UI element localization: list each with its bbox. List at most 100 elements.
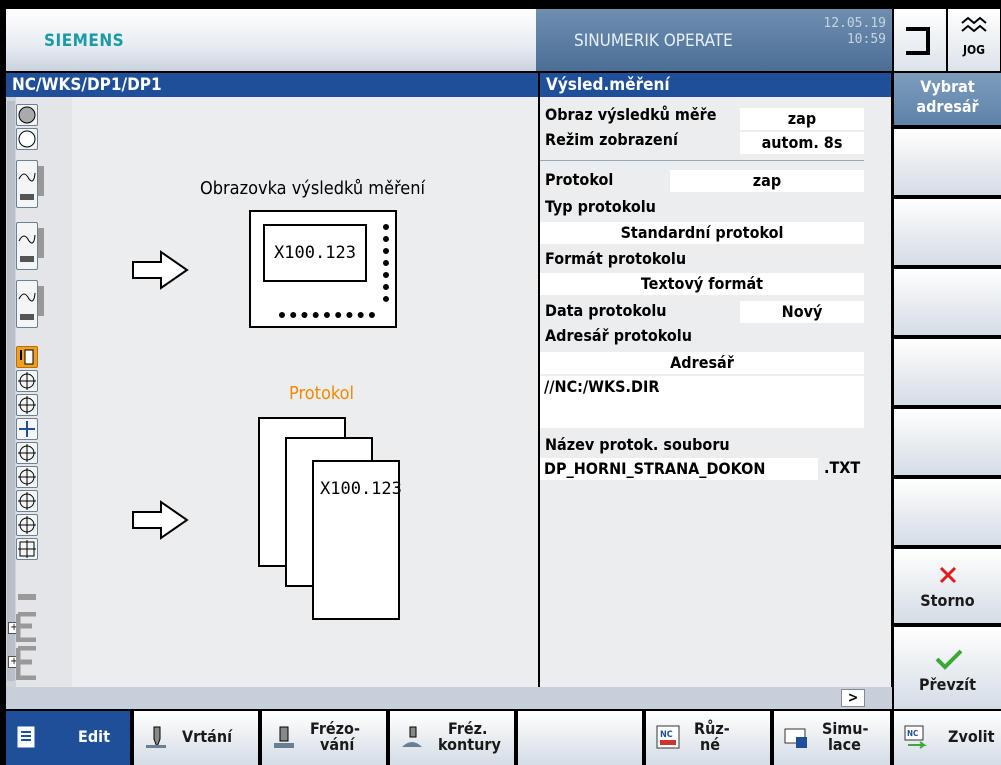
header-product-area: SINUMERIK OPERATE 12.05.19 10:59 [536,9,892,71]
display-mode-label: Režim zobrazení [545,130,678,149]
protocol-value: X100.123 [320,479,402,499]
misc-softkey[interactable]: NC Růz-né [646,711,770,765]
simulation-icon [784,728,807,748]
diagram-screen-title: Obrazovka výsledků měření [200,178,426,199]
comb-block-icon[interactable] [15,645,38,681]
edit-document-icon [17,726,35,748]
screen-value: X100.123 [263,224,367,282]
jog-label: JOG [962,43,986,57]
contour-icon[interactable] [16,222,38,270]
protocol-file-extension: .TXT [824,458,861,477]
measure-settings-icon[interactable] [16,346,38,368]
protocol-label: Protokol [545,170,614,189]
circle-icon[interactable] [16,128,38,150]
section-title: Výsled.měření [540,73,891,97]
nc-select-icon: NC [904,725,927,749]
simulation-softkey[interactable]: Simu-lace [774,711,890,765]
drilling-label: Vrtání [182,727,233,746]
horizontal-softkey-empty[interactable] [518,711,642,765]
nc-misc-icon: NC [656,725,680,749]
protocol-file-label: Název protok. souboru [545,435,730,454]
vertical-softkey-empty[interactable] [894,409,1001,475]
select-directory-label-1: Vybrat [920,77,975,96]
product-name: SINUMERIK OPERATE [574,31,733,51]
edit-softkey[interactable]: Edit [6,711,130,765]
mill-icon [274,726,294,748]
svg-text:NC: NC [660,730,673,740]
accept-label: Převzít [919,675,976,694]
result-screen-field[interactable]: zap [740,108,864,130]
measure-circle-icon[interactable] [16,442,38,464]
drill-icon [146,726,166,749]
accept-softkey[interactable]: Převzít [894,627,1001,709]
hatched-circle-icon[interactable] [16,104,38,126]
drilling-softkey[interactable]: Vrtání [134,711,258,765]
contour-mill-icon [402,726,422,747]
line-block-icon[interactable] [16,586,38,610]
screen-keys-horizontal [279,312,375,318]
scrollbar[interactable] [6,97,16,687]
vertical-softkey-empty[interactable] [894,479,1001,545]
channel-switch-button[interactable] [894,9,946,71]
vertical-softkey-empty[interactable] [894,129,1001,195]
probe-point-icon[interactable] [16,418,38,440]
cancel-softkey[interactable]: Storno [894,549,1001,623]
measure-circle-icon[interactable] [16,490,38,512]
vertical-softkey-empty[interactable] [894,269,1001,335]
select-directory-label-2: adresář [916,97,979,116]
select-softkey[interactable]: NC Zvolit [894,711,1001,765]
milling-label: Frézo-vání [310,721,360,753]
program-path: NC/WKS/DP1/DP1 [6,73,538,97]
simulation-label-2: lace [828,735,861,754]
protocol-file-field[interactable]: DP_HORNI_STRANA_DOKON [540,458,818,480]
diagram-protocol-title: Protokol [289,383,355,404]
comb-block-icon[interactable] [15,611,38,643]
status-bar [6,687,892,709]
time-text: 10:59 [846,32,886,47]
arrow-right-icon [132,500,189,540]
measure-circle-icon[interactable] [16,394,38,416]
measure-rect-icon[interactable] [16,538,38,560]
contour-milling-label: Fréz. kontury [438,721,501,753]
measure-circle-icon[interactable] [16,466,38,488]
contour-icon[interactable] [16,160,38,208]
channel-bracket-icon [906,27,930,55]
select-label: Zvolit [948,727,995,746]
clock: 12.05.19 10:59 [823,16,886,48]
scroll-track [7,101,15,681]
scroll-right-button[interactable]: > [841,689,865,707]
bracket-marker [38,166,64,196]
protocol-data-label: Data protokolu [545,301,667,320]
simulation-label: Simu-lace [822,721,869,753]
result-screen-label: Obraz výsledků měře [545,105,717,124]
milling-label-2: vání [320,735,355,754]
sinumerik-window: SIEMENS SINUMERIK OPERATE 12.05.19 10:59… [0,0,1001,765]
display-mode-field[interactable]: autom. 8s [740,132,864,154]
jog-mode-button[interactable]: JOG [948,9,1000,71]
protocol-format-field[interactable]: Textový formát [540,273,864,295]
vertical-softkey-empty[interactable] [894,199,1001,265]
screen-illustration: X100.123 [249,210,397,328]
contour-milling-softkey[interactable]: Fréz. kontury [390,711,514,765]
cancel-label: Storno [920,591,975,610]
contour-icon[interactable] [16,280,38,328]
protocol-type-field[interactable]: Standardní protokol [540,222,864,244]
protocol-dir-path-field[interactable]: //NC:/WKS.DIR [540,376,864,428]
select-directory-softkey[interactable]: Vybrat adresář [894,73,1001,125]
protocol-data-field[interactable]: Nový [740,301,864,323]
arrow-right-icon [132,250,189,290]
accept-check-icon [935,649,962,670]
protocol-field[interactable]: zap [670,170,864,192]
milling-softkey[interactable]: Frézo-vání [262,711,386,765]
misc-label: Růz-né [694,721,730,753]
bracket-marker [38,228,64,258]
protocol-type-label: Typ protokolu [545,197,656,216]
measure-circle-icon[interactable] [16,370,38,392]
vertical-softkey-empty[interactable] [894,339,1001,405]
bracket-marker [38,286,64,316]
protocol-dir-field[interactable]: Adresář [540,352,864,374]
top-border [0,0,1001,9]
date-text: 12.05.19 [823,16,886,31]
svg-text:NC: NC [907,729,918,738]
measure-circle-icon[interactable] [16,514,38,536]
